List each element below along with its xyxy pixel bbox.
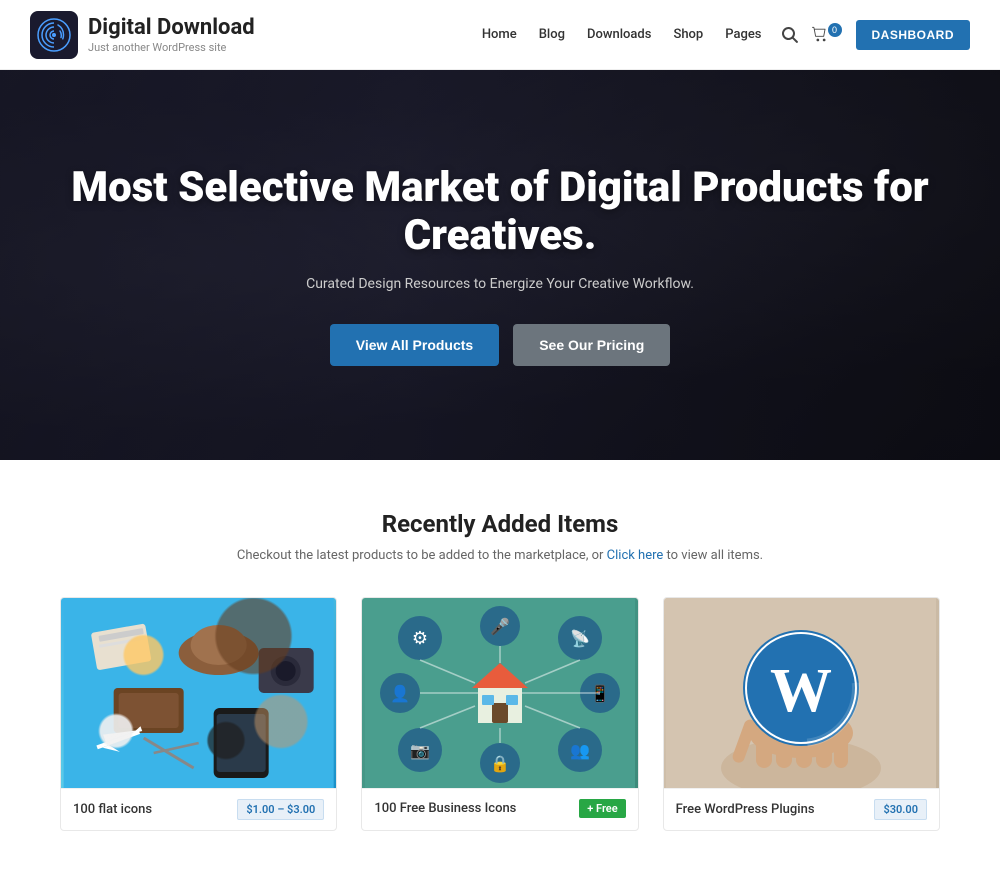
nav-downloads[interactable]: Downloads (587, 27, 651, 42)
site-header: Digital Download Just another WordPress … (0, 0, 1000, 70)
section-subtitle: Checkout the latest products to be added… (60, 548, 940, 563)
search-icon (782, 27, 798, 43)
product-footer-1: 100 flat icons $1.00 – $3.00 (61, 788, 336, 830)
product-name-1: 100 flat icons (73, 802, 152, 817)
product-name-3: Free WordPress Plugins (676, 802, 815, 817)
cart-count: 0 (828, 23, 842, 37)
product-card-3: W Free WordPress Plugins $30.00 (663, 597, 940, 831)
header-icons: 0 (782, 26, 842, 44)
product-image-1[interactable] (61, 598, 336, 788)
svg-text:📡: 📡 (570, 628, 590, 648)
flat-icons-image (61, 598, 336, 788)
nav-shop[interactable]: Shop (673, 27, 703, 42)
logo-text-block: Digital Download Just another WordPress … (88, 15, 255, 54)
subtitle-end: to view all items. (667, 548, 764, 563)
svg-text:👤: 👤 (390, 684, 410, 703)
view-all-products-button[interactable]: View All Products (330, 324, 499, 366)
hero-subtitle: Curated Design Resources to Energize You… (40, 276, 960, 292)
see-pricing-button[interactable]: See Our Pricing (513, 324, 670, 366)
products-grid: 100 flat icons $1.00 – $3.00 (60, 597, 940, 831)
product-image-2[interactable]: ⚙ 🎤 📡 👤 📱 📷 (362, 598, 637, 788)
svg-text:🎤: 🎤 (490, 617, 510, 636)
logo-title: Digital Download (88, 15, 255, 41)
price-badge-2: + Free (579, 799, 625, 818)
svg-text:W: W (770, 657, 832, 725)
svg-text:📷: 📷 (410, 741, 430, 760)
product-name-2: 100 Free Business Icons (374, 801, 516, 816)
main-nav: Home Blog Downloads Shop Pages (482, 27, 762, 42)
nav-pages[interactable]: Pages (725, 27, 761, 42)
logo-icon (30, 11, 78, 59)
section-title: Recently Added Items (60, 510, 940, 538)
svg-text:🔒: 🔒 (490, 754, 510, 773)
product-image-3[interactable]: W (664, 598, 939, 788)
subtitle-text: Checkout the latest products to be added… (237, 548, 607, 563)
hero-content: Most Selective Market of Digital Product… (0, 164, 1000, 367)
product-card-2: ⚙ 🎤 📡 👤 📱 📷 (361, 597, 638, 831)
svg-text:⚙: ⚙ (412, 628, 428, 649)
logo-area: Digital Download Just another WordPress … (30, 11, 255, 59)
hero-section: Most Selective Market of Digital Product… (0, 70, 1000, 460)
hero-title: Most Selective Market of Digital Product… (40, 164, 960, 261)
nav-blog[interactable]: Blog (539, 27, 565, 42)
logo-subtitle: Just another WordPress site (88, 41, 255, 54)
nav-home[interactable]: Home (482, 27, 517, 42)
dashboard-button[interactable]: DASHBOARD (856, 20, 971, 50)
cart-button[interactable]: 0 (812, 26, 842, 44)
product-footer-3: Free WordPress Plugins $30.00 (664, 788, 939, 830)
price-badge-3: $30.00 (874, 799, 927, 820)
product-footer-2: 100 Free Business Icons + Free (362, 788, 637, 828)
wordpress-image: W (666, 598, 936, 788)
svg-text:👥: 👥 (570, 741, 590, 760)
product-card-1: 100 flat icons $1.00 – $3.00 (60, 597, 337, 831)
recently-added-section: Recently Added Items Checkout the latest… (0, 460, 1000, 871)
hero-buttons: View All Products See Our Pricing (40, 324, 960, 366)
business-icons-image: ⚙ 🎤 📡 👤 📱 📷 (365, 598, 635, 788)
search-button[interactable] (782, 27, 798, 43)
cart-icon (812, 26, 830, 44)
click-here-link[interactable]: Click here (607, 548, 664, 563)
price-badge-1: $1.00 – $3.00 (237, 799, 324, 820)
